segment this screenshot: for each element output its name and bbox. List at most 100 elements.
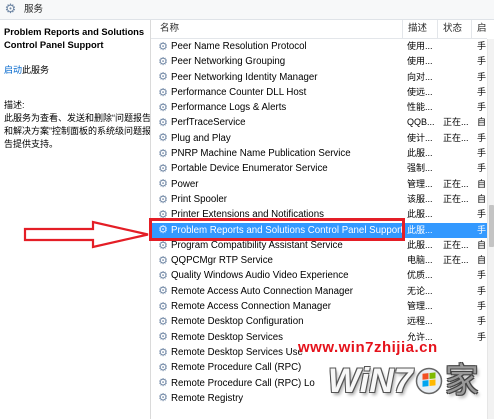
service-description: 此服...: [407, 239, 433, 250]
service-name-cell[interactable]: Performance Logs & Alerts: [151, 100, 403, 115]
service-startup-type: 自: [477, 255, 487, 266]
service-name: Quality Windows Audio Video Experience: [171, 270, 349, 282]
service-status: [438, 314, 472, 329]
service-name: Peer Networking Identity Manager: [171, 71, 318, 83]
service-status: [438, 330, 472, 345]
start-service-suffix: 此服务: [22, 65, 50, 75]
selected-service-title-line: Control Panel Support: [4, 39, 104, 50]
service-gear-icon: [157, 377, 169, 389]
service-name: PNRP Machine Name Publication Service: [171, 148, 351, 160]
service-row[interactable]: Print Spooler 该服... 正在... 自: [151, 192, 487, 207]
service-name-cell[interactable]: Portable Device Enumerator Service: [151, 161, 403, 176]
service-row[interactable]: Remote Access Connection Manager 管理... 手: [151, 299, 487, 314]
service-gear-icon: [157, 347, 169, 359]
service-status: 正在...: [443, 193, 469, 204]
service-name-cell[interactable]: PNRP Machine Name Publication Service: [151, 146, 403, 161]
service-description: 此服...: [407, 148, 433, 159]
service-gear-icon: [157, 117, 169, 129]
service-startup-type: 手: [477, 270, 487, 281]
service-name-cell[interactable]: Peer Name Resolution Protocol: [151, 39, 403, 54]
vertical-scrollbar[interactable]: [487, 39, 494, 419]
service-name-cell[interactable]: Print Spooler: [151, 192, 403, 207]
service-name-cell[interactable]: Power: [151, 177, 403, 192]
service-name-cell[interactable]: Remote Access Connection Manager: [151, 299, 403, 314]
service-name-cell[interactable]: Performance Counter DLL Host: [151, 85, 403, 100]
service-name: Remote Desktop Configuration: [171, 316, 304, 328]
service-row[interactable]: Peer Networking Identity Manager 向对... 手: [151, 70, 487, 85]
service-gear-icon: [157, 270, 169, 282]
service-name: Peer Networking Grouping: [171, 56, 286, 68]
service-row[interactable]: Peer Networking Grouping 使用... 手: [151, 54, 487, 69]
service-startup-type: 手: [477, 331, 487, 342]
service-name-cell[interactable]: QQPCMgr RTP Service: [151, 253, 403, 268]
column-header-name[interactable]: 名称: [151, 20, 403, 38]
service-startup-type: 手: [477, 224, 487, 235]
column-header-startup-type[interactable]: 启: [472, 20, 487, 38]
service-name-cell[interactable]: Peer Networking Grouping: [151, 54, 403, 69]
service-gear-icon: [157, 71, 169, 83]
service-status: [438, 284, 472, 299]
service-description: 使计...: [407, 132, 433, 143]
service-name-cell[interactable]: PerfTraceService: [151, 115, 403, 130]
service-gear-icon: [157, 87, 169, 99]
service-gear-icon: [157, 255, 169, 267]
service-name-cell[interactable]: Remote Desktop Configuration: [151, 314, 403, 329]
description-label: 描述:: [4, 100, 25, 110]
service-name-cell[interactable]: Peer Networking Identity Manager: [151, 70, 403, 85]
service-row[interactable]: PerfTraceService QQB... 正在... 自: [151, 115, 487, 130]
service-row[interactable]: Remote Access Auto Connection Manager 无论…: [151, 284, 487, 299]
right-arrow-icon: [23, 220, 149, 249]
service-description: 向对...: [407, 71, 433, 82]
service-row[interactable]: QQPCMgr RTP Service 电脑... 正在... 自: [151, 253, 487, 268]
service-name: Remote Procedure Call (RPC) Lo: [171, 377, 315, 389]
start-service-link[interactable]: 启动: [4, 65, 22, 75]
column-header-row: 名称 描述 状态 启: [151, 20, 487, 39]
service-name-cell[interactable]: Quality Windows Audio Video Experience: [151, 268, 403, 283]
start-service-action: 启动此服务: [4, 64, 49, 77]
service-row[interactable]: Peer Name Resolution Protocol 使用... 手: [151, 39, 487, 54]
service-name: Power: [171, 178, 199, 190]
service-startup-type: 手: [477, 102, 487, 113]
service-row[interactable]: Performance Counter DLL Host 使远... 手: [151, 85, 487, 100]
service-description-text: 此服务为查看、发送和删除“问题报告 和解决方案”控制面板的系统级问题报 告提供支…: [4, 112, 151, 151]
service-name: Performance Counter DLL Host: [171, 86, 307, 98]
service-description: 此服...: [407, 224, 433, 235]
service-description: QQB...: [407, 117, 435, 128]
service-name: Remote Desktop Services Use: [171, 346, 303, 358]
watermark-logo-text: WiN7: [328, 362, 413, 400]
service-name: Performance Logs & Alerts: [171, 102, 287, 114]
service-name-cell[interactable]: Plug and Play: [151, 131, 403, 146]
service-row[interactable]: PNRP Machine Name Publication Service 此服…: [151, 146, 487, 161]
service-status: 正在...: [443, 178, 469, 189]
column-header-status[interactable]: 状态: [438, 20, 472, 38]
service-name: Remote Access Connection Manager: [171, 301, 331, 313]
service-description: 无论...: [407, 285, 433, 296]
description-line: 此服务为查看、发送和删除“问题报告: [4, 113, 151, 123]
service-status: [438, 223, 472, 238]
service-row[interactable]: Performance Logs & Alerts 性能... 手: [151, 100, 487, 115]
service-description: 此服...: [407, 209, 433, 220]
service-description: 远程...: [407, 316, 433, 327]
service-row[interactable]: Quality Windows Audio Video Experience 优…: [151, 268, 487, 283]
scrollbar-thumb[interactable]: [489, 205, 494, 247]
service-name: Portable Device Enumerator Service: [171, 163, 328, 175]
service-description: 强制...: [407, 163, 433, 174]
service-row[interactable]: Plug and Play 使计... 正在... 手: [151, 131, 487, 146]
service-startup-type: 手: [477, 301, 487, 312]
service-gear-icon: [157, 41, 169, 53]
service-name-cell[interactable]: Remote Access Auto Connection Manager: [151, 284, 403, 299]
service-row[interactable]: Portable Device Enumerator Service 强制...…: [151, 161, 487, 176]
service-status: [438, 161, 472, 176]
service-row[interactable]: Remote Desktop Configuration 远程... 手: [151, 314, 487, 329]
service-row[interactable]: Power 管理... 正在... 自: [151, 177, 487, 192]
watermark-logo: WiN7 家: [328, 356, 479, 406]
service-description: 使用...: [407, 41, 433, 51]
service-gear-icon: [157, 331, 169, 343]
service-gear-icon: [157, 392, 169, 404]
service-description: 使远...: [407, 86, 433, 97]
service-description: 管理...: [407, 178, 433, 189]
column-header-description[interactable]: 描述: [403, 20, 438, 38]
service-name: Remote Desktop Services: [171, 331, 283, 343]
service-startup-type: 手: [477, 163, 487, 174]
service-status: [438, 85, 472, 100]
